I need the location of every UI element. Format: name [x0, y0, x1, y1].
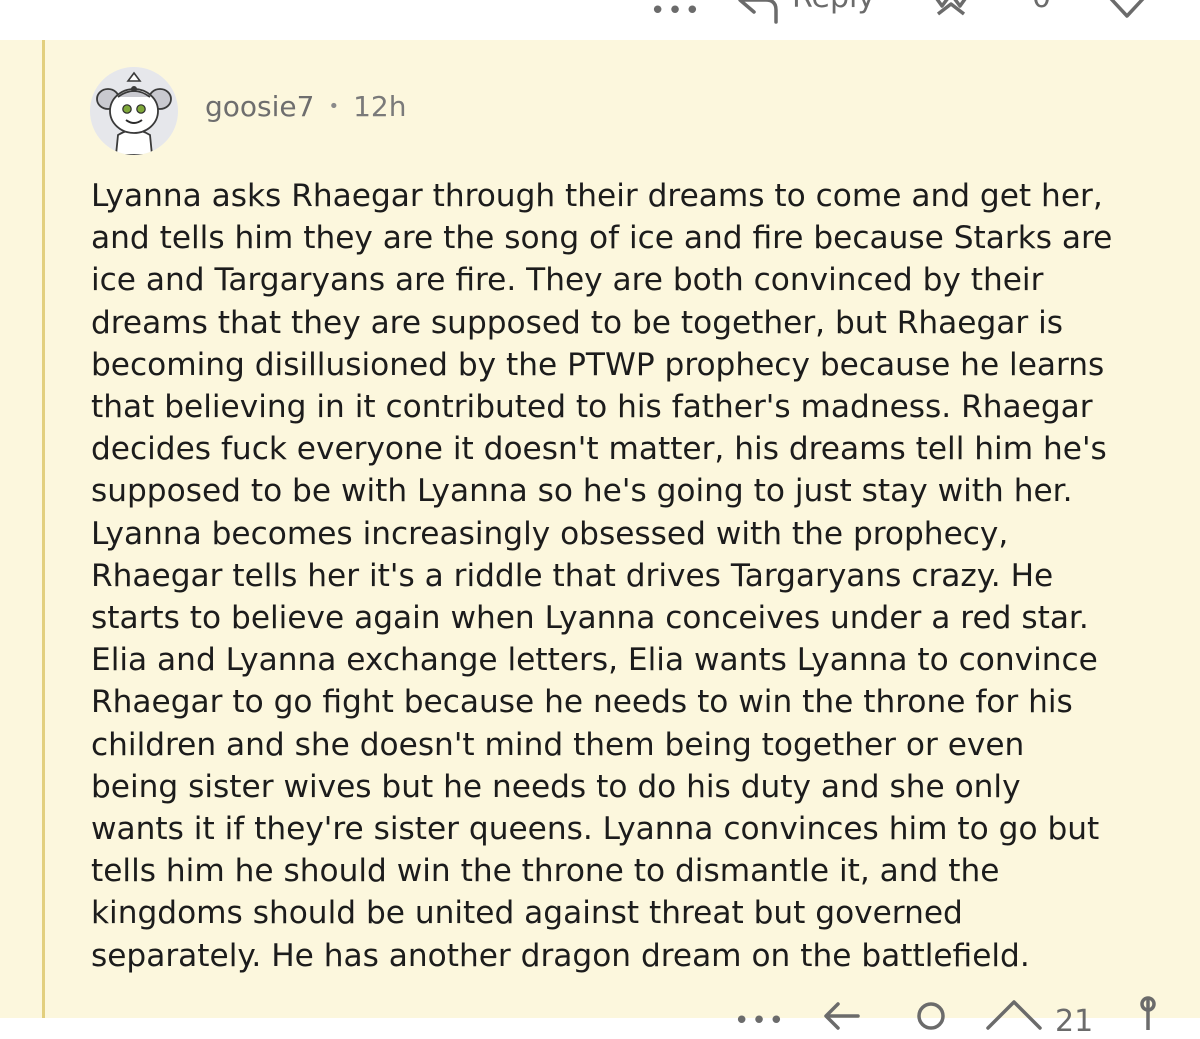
upvote-icon[interactable] [982, 996, 1046, 1030]
comment-line: separately. He has another dragon dream … [91, 937, 1030, 974]
vote-count: 0 [1032, 0, 1051, 15]
comment-actions: ••• 21 [720, 990, 1200, 1039]
vote-count: 21 [1055, 1004, 1094, 1039]
comment-line: supposed to be with Lyanna so he's going… [91, 473, 1073, 510]
comment-line: becoming disillusioned by the PTWP proph… [91, 346, 1105, 383]
timestamp: 12h [353, 90, 407, 123]
avatar[interactable] [90, 67, 178, 155]
comment-line: starts to believe again when Lyanna conc… [91, 600, 1089, 637]
downvote-icon[interactable] [1125, 996, 1171, 1030]
award-icon[interactable] [928, 0, 974, 24]
reply-icon[interactable] [732, 0, 782, 24]
comment-line: and tells him they are the song of ice a… [91, 220, 1113, 257]
comment-line: decides fuck everyone it doesn't matter,… [91, 431, 1107, 468]
comment-line: ice and Targaryans are fire. They are bo… [91, 262, 1044, 299]
comment-header: goosie7 • 12h [205, 90, 406, 123]
thread-line[interactable] [42, 40, 45, 1018]
comment-line: Rhaegar to go fight because he needs to … [91, 684, 1073, 721]
award-icon[interactable] [908, 998, 954, 1030]
comment-body: Lyanna asks Rhaegar through their dreams… [91, 175, 1186, 977]
more-options-icon[interactable]: ••• [734, 1006, 786, 1036]
reply-icon[interactable] [818, 1000, 868, 1030]
comment-line: tells him he should win the throne to di… [91, 853, 1000, 890]
downvote-icon[interactable] [1095, 0, 1159, 22]
comment-line: wants it if they're sister queens. Lyann… [91, 811, 1100, 848]
comment-line: Lyanna asks Rhaegar through their dreams… [91, 178, 1103, 214]
comment-line: kingdoms should be united against threat… [91, 895, 963, 932]
reply-button[interactable]: Reply [792, 0, 875, 15]
username[interactable]: goosie7 [205, 90, 314, 123]
comment-line: Lyanna becomes increasingly obsessed wit… [91, 515, 1009, 552]
comment-line: Rhaegar tells her it's a riddle that dri… [91, 557, 1054, 594]
comment-line: that believing in it contributed to his … [91, 389, 1093, 426]
more-options-icon[interactable]: ••• [650, 0, 702, 26]
comment-line: being sister wives but he needs to do hi… [91, 768, 1021, 805]
comment-line: dreams that they are supposed to be toge… [91, 304, 1064, 341]
comment-line: Elia and Lyanna exchange letters, Elia w… [91, 642, 1098, 679]
snoo-avatar-icon [90, 67, 178, 155]
highlighted-comment: goosie7 • 12h Lyanna asks Rhaegar throug… [0, 40, 1200, 1039]
previous-comment-actions: ••• Reply 0 [0, 0, 1200, 40]
comment-line: children and she doesn't mind them being… [91, 726, 1025, 763]
separator-dot: • [328, 96, 340, 117]
